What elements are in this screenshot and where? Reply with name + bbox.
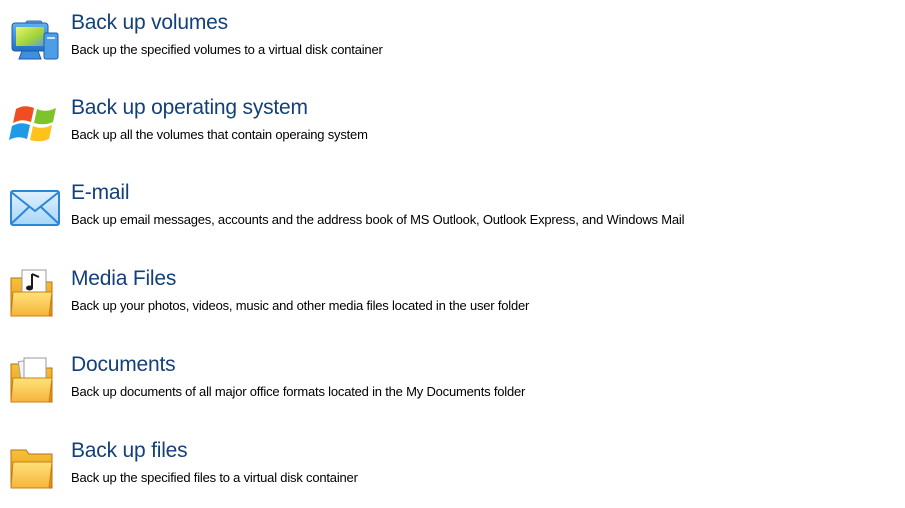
option-title: Back up files [71,439,188,462]
documents-folder-icon [8,352,64,408]
backup-options-list: Back up volumes Back up the specified vo… [0,0,905,496]
media-folder-icon [8,266,64,322]
option-description: Back up all the volumes that contain ope… [71,127,368,142]
option-description: Back up the specified files to a virtual… [71,470,358,485]
folder-icon [8,438,64,494]
windows-logo-icon [8,95,64,151]
media-files-option[interactable]: Media Files Back up your photos, videos,… [0,267,905,336]
option-description: Back up email messages, accounts and the… [71,212,685,227]
option-description: Back up the specified volumes to a virtu… [71,42,383,57]
option-title: E-mail [71,181,130,204]
envelope-icon [8,179,64,235]
email-option[interactable]: E-mail Back up email messages, accounts … [0,181,905,250]
documents-option[interactable]: Documents Back up documents of all major… [0,353,905,422]
option-title: Documents [71,353,176,376]
backup-files-option[interactable]: Back up files Back up the specified file… [0,439,905,508]
backup-volumes-option[interactable]: Back up volumes Back up the specified vo… [0,11,905,80]
option-title: Back up volumes [71,11,228,34]
option-description: Back up documents of all major office fo… [71,384,526,399]
backup-operating-system-option[interactable]: Back up operating system Back up all the… [0,96,905,165]
option-title: Back up operating system [71,96,308,119]
option-title: Media Files [71,267,177,290]
computer-icon [8,15,64,71]
option-description: Back up your photos, videos, music and o… [71,298,530,313]
